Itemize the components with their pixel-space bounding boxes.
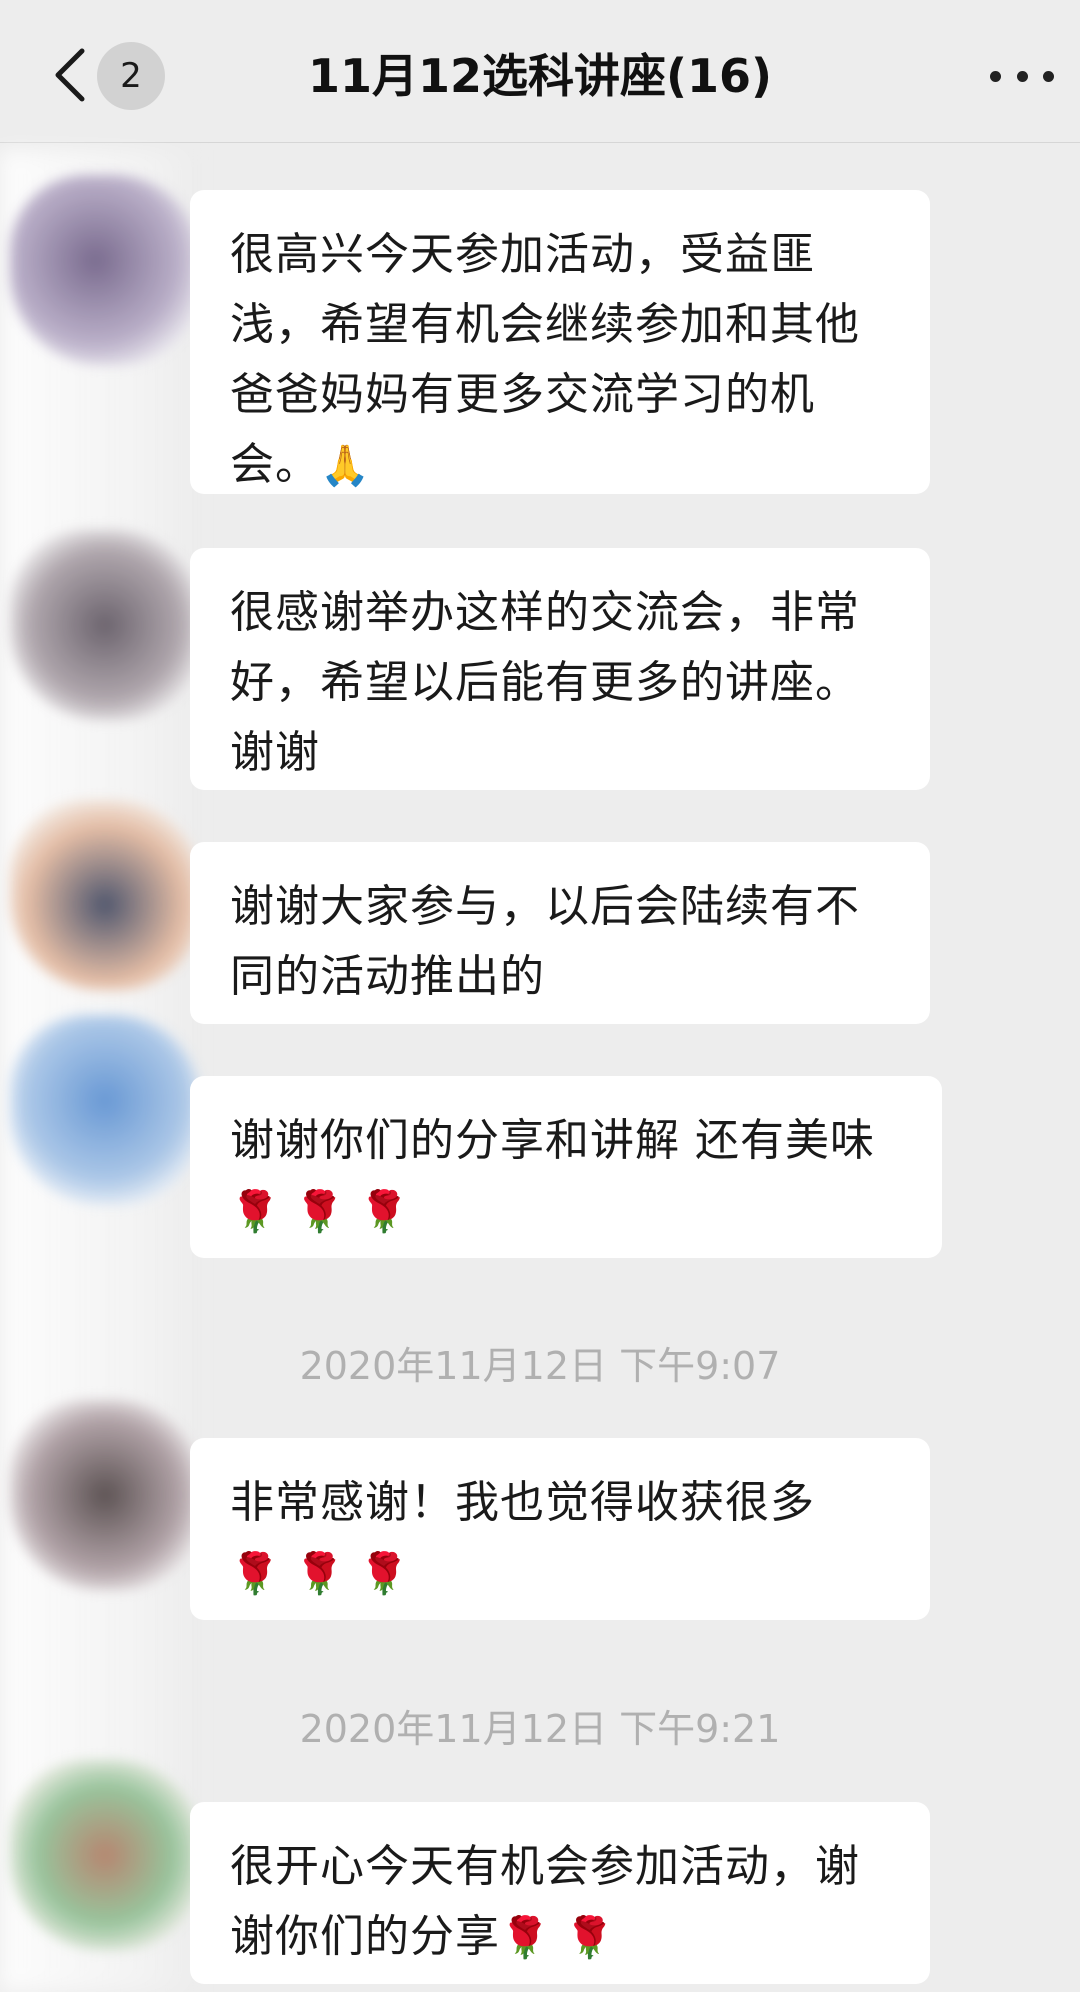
avatar[interactable] — [10, 1015, 200, 1205]
back-button[interactable] — [40, 40, 100, 110]
avatar[interactable] — [10, 530, 200, 720]
chat-header: 2 11月12选科讲座(16) — [0, 0, 1080, 143]
message-bubble[interactable]: 很开心今天有机会参加活动，谢谢你们的分享🌹 🌹 — [190, 1802, 930, 1984]
rose-emoji: 🌹 🌹 — [500, 1915, 616, 1961]
avatar[interactable] — [10, 1760, 200, 1950]
more-dot — [1043, 70, 1054, 82]
chevron-left-icon — [55, 48, 85, 102]
timestamp: 2020年11月12日 下午9:21 — [299, 1707, 781, 1751]
rose-emoji: 🌹 🌹 🌹 — [230, 1551, 410, 1597]
message-bubble[interactable]: 非常感谢！我也觉得收获很多 🌹 🌹 🌹 — [190, 1438, 930, 1620]
folded-hands-emoji: 🙏 — [320, 443, 371, 489]
avatar[interactable] — [10, 1400, 200, 1590]
avatar[interactable] — [10, 800, 200, 990]
message-text: 谢谢大家参与，以后会陆续有不同的活动推出的 — [230, 881, 860, 1002]
chat-title: 11月12选科讲座(16) — [307, 49, 773, 103]
timestamp: 2020年11月12日 下午9:07 — [299, 1344, 781, 1388]
message-bubble[interactable]: 很感谢举办这样的交流会，非常好，希望以后能有更多的讲座。谢谢 — [190, 548, 930, 790]
message-bubble[interactable]: 谢谢你们的分享和讲解 还有美味 🌹 🌹 🌹 — [190, 1076, 942, 1258]
message-text: 谢谢你们的分享和讲解 还有美味 — [230, 1115, 875, 1166]
rose-emoji: 🌹 🌹 🌹 — [230, 1189, 410, 1235]
unread-count-badge[interactable]: 2 — [97, 42, 165, 110]
message-text: 非常感谢！我也觉得收获很多 — [230, 1477, 815, 1528]
message-text: 很感谢举办这样的交流会，非常好，希望以后能有更多的讲座。谢谢 — [230, 587, 860, 778]
avatar[interactable] — [10, 175, 200, 365]
more-dot — [1016, 70, 1028, 82]
more-button[interactable] — [990, 56, 1054, 96]
more-horizontal-icon — [990, 70, 1001, 82]
message-bubble[interactable]: 谢谢大家参与，以后会陆续有不同的活动推出的 — [190, 842, 930, 1024]
message-bubble[interactable]: 很高兴今天参加活动，受益匪浅，希望有机会继续参加和其他爸爸妈妈有更多交流学习的机… — [190, 190, 930, 494]
